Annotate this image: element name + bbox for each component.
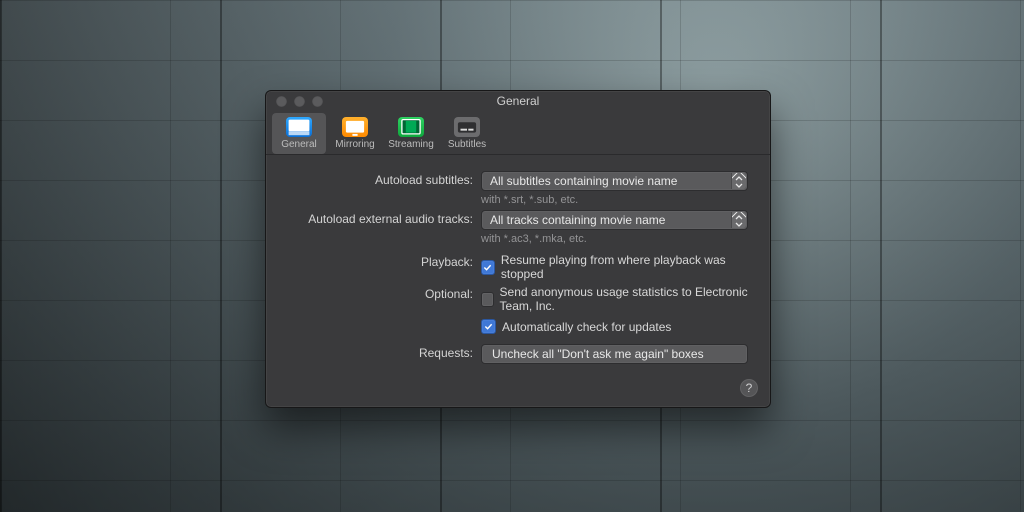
resume-playback-checkbox[interactable]: Resume playing from where playback was s… bbox=[481, 253, 748, 281]
general-icon bbox=[286, 117, 312, 137]
help-icon: ? bbox=[746, 381, 753, 395]
prefs-content: Autoload subtitles: All subtitles contai… bbox=[266, 155, 770, 378]
autoload-subtitles-popup[interactable]: All subtitles containing movie name bbox=[481, 171, 748, 191]
playback-label: Playback: bbox=[288, 253, 481, 269]
checkbox-label: Send anonymous usage statistics to Elect… bbox=[500, 285, 748, 313]
autoload-audio-popup[interactable]: All tracks containing movie name bbox=[481, 210, 748, 230]
popup-value: All tracks containing movie name bbox=[490, 213, 665, 227]
minimize-button[interactable] bbox=[294, 96, 305, 107]
streaming-icon bbox=[398, 117, 424, 137]
autoload-audio-label: Autoload external audio tracks: bbox=[288, 210, 481, 226]
checkbox-label: Resume playing from where playback was s… bbox=[501, 253, 748, 281]
popup-value: All subtitles containing movie name bbox=[490, 174, 677, 188]
checkbox-icon bbox=[481, 260, 495, 275]
tab-subtitles[interactable]: Subtitles bbox=[440, 113, 494, 154]
checkbox-icon bbox=[481, 319, 496, 334]
autoload-subtitles-hint: with *.srt, *.sub, etc. bbox=[481, 194, 748, 206]
autoload-subtitles-label: Autoload subtitles: bbox=[288, 171, 481, 187]
tab-label: General bbox=[281, 139, 317, 150]
uncheck-all-button[interactable]: Uncheck all "Don't ask me again" boxes bbox=[481, 344, 748, 364]
tab-label: Subtitles bbox=[448, 139, 486, 150]
autoload-audio-hint: with *.ac3, *.mka, etc. bbox=[481, 233, 748, 245]
prefs-toolbar: General Mirroring Streaming Subtitles bbox=[266, 111, 770, 155]
tab-general[interactable]: General bbox=[272, 113, 326, 154]
button-label: Uncheck all "Don't ask me again" boxes bbox=[492, 347, 704, 361]
checkbox-label: Automatically check for updates bbox=[502, 320, 671, 334]
stepper-icon bbox=[731, 173, 746, 189]
tab-streaming[interactable]: Streaming bbox=[384, 113, 438, 154]
optional-label: Optional: bbox=[288, 285, 481, 301]
tab-mirroring[interactable]: Mirroring bbox=[328, 113, 382, 154]
preferences-window: General General Mirroring Streaming Subt… bbox=[265, 90, 771, 408]
titlebar[interactable]: General bbox=[266, 91, 770, 111]
subtitles-icon bbox=[454, 117, 480, 137]
tab-label: Mirroring bbox=[335, 139, 374, 150]
send-stats-checkbox[interactable]: Send anonymous usage statistics to Elect… bbox=[481, 285, 748, 313]
zoom-button[interactable] bbox=[312, 96, 323, 107]
tab-label: Streaming bbox=[388, 139, 434, 150]
help-button[interactable]: ? bbox=[740, 379, 758, 397]
checkbox-icon bbox=[481, 292, 494, 307]
traffic-lights bbox=[266, 96, 323, 107]
close-button[interactable] bbox=[276, 96, 287, 107]
requests-label: Requests: bbox=[288, 344, 481, 360]
window-title: General bbox=[266, 94, 770, 108]
mirroring-icon bbox=[342, 117, 368, 137]
stepper-icon bbox=[731, 212, 746, 228]
check-updates-checkbox[interactable]: Automatically check for updates bbox=[481, 319, 748, 334]
